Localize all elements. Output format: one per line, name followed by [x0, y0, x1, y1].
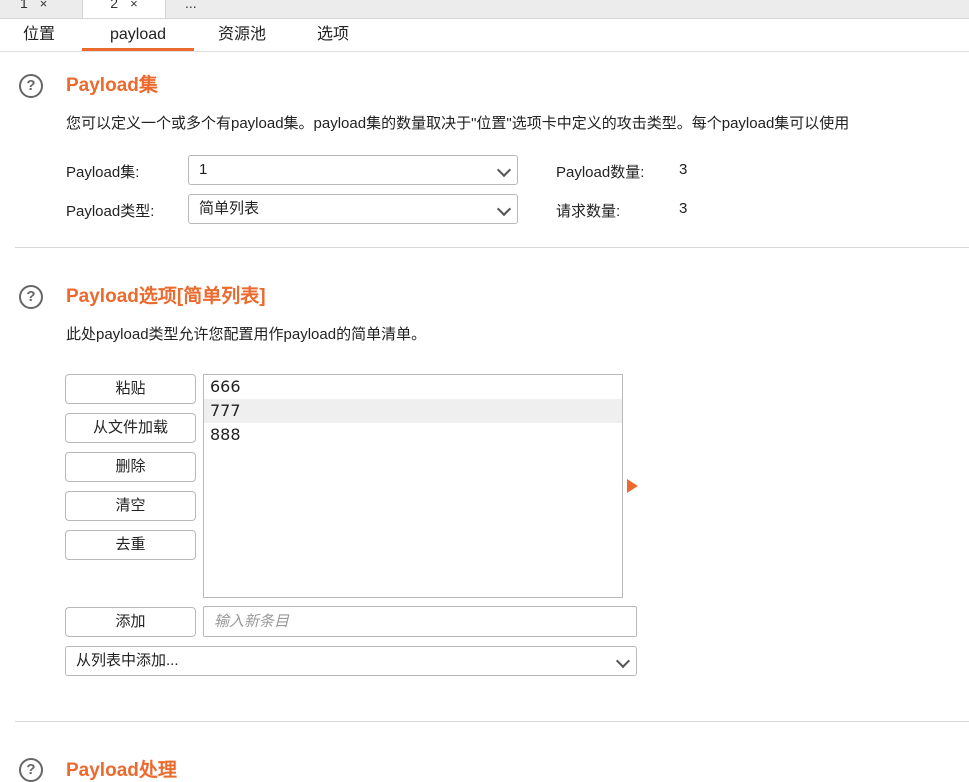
subtab-bar: 位置 payload 资源池 选项 [0, 19, 969, 52]
close-icon[interactable]: × [130, 0, 138, 11]
triangle-right-icon[interactable] [627, 479, 638, 493]
chevron-down-icon [496, 162, 512, 178]
add-from-list-value: 从列表中添加... [76, 652, 179, 669]
request-tab-label: 1 [20, 0, 28, 11]
section-divider [15, 247, 969, 248]
close-icon[interactable]: × [40, 0, 48, 11]
add-from-list-select[interactable]: 从列表中添加... [65, 646, 637, 676]
chevron-down-icon [496, 201, 512, 217]
payload-options-description: 此处payload类型允许您配置用作payload的简单清单。 [66, 326, 427, 343]
request-tab-2[interactable]: 2 × [82, 0, 166, 18]
list-item[interactable]: 777 [204, 399, 622, 423]
chevron-down-icon [615, 653, 631, 669]
tab-positions[interactable]: 位置 [14, 19, 64, 50]
paste-button[interactable]: 粘贴 [65, 374, 196, 404]
payload-options-title: Payload选项[简单列表] [66, 286, 266, 307]
more-tabs-label: ... [185, 0, 197, 11]
help-icon[interactable]: ? [19, 285, 43, 309]
payload-type-value: 简单列表 [199, 200, 260, 217]
request-tab-bar: 1 × 2 × ... [0, 0, 969, 19]
help-icon[interactable]: ? [19, 74, 43, 98]
tab-options[interactable]: 选项 [306, 19, 360, 50]
clear-button[interactable]: 清空 [65, 491, 196, 521]
payload-set-value: 1 [199, 161, 208, 178]
tab-resource-pool[interactable]: 资源池 [208, 19, 276, 50]
request-count-label: 请求数量: [556, 203, 621, 220]
list-item[interactable]: 888 [204, 423, 622, 447]
payload-count-label: Payload数量: [556, 164, 645, 181]
payload-sets-title: Payload集 [66, 75, 158, 96]
payload-count-value: 3 [679, 161, 688, 178]
payload-list[interactable]: 666 777 888 [203, 374, 623, 598]
remove-button[interactable]: 删除 [65, 452, 196, 482]
request-count-value: 3 [679, 200, 688, 217]
request-tab-1[interactable]: 1 × [20, 0, 70, 16]
help-icon[interactable]: ? [19, 758, 43, 782]
deduplicate-button[interactable]: 去重 [65, 530, 196, 560]
request-tab-more[interactable]: ... [185, 0, 215, 16]
request-tab-label: 2 [110, 0, 119, 11]
section-divider [15, 721, 969, 722]
tab-payloads[interactable]: payload [82, 19, 194, 51]
payload-processing-title: Payload处理 [66, 760, 177, 781]
payload-sets-description: 您可以定义一个或多个有payload集。payload集的数量取决于"位置"选项… [66, 115, 850, 132]
load-from-file-button[interactable]: 从文件加载 [65, 413, 196, 443]
payload-type-select[interactable]: 简单列表 [188, 194, 518, 224]
payload-set-label: Payload集: [66, 164, 140, 181]
payload-type-label: Payload类型: [66, 203, 155, 220]
new-item-input[interactable] [203, 606, 637, 637]
add-button[interactable]: 添加 [65, 607, 196, 637]
payload-set-select[interactable]: 1 [188, 155, 518, 185]
list-item[interactable]: 666 [204, 375, 622, 399]
